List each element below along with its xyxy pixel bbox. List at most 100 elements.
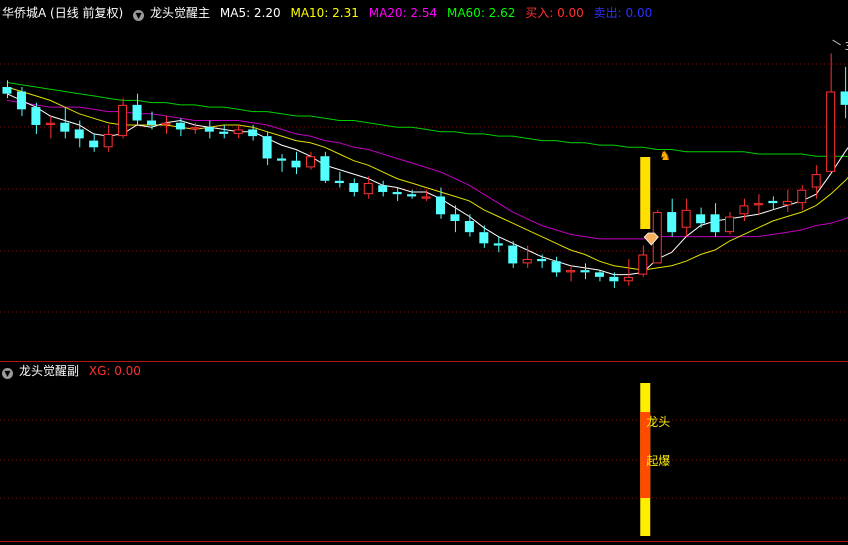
candle-body xyxy=(31,107,41,125)
candle xyxy=(840,66,848,119)
candle-body xyxy=(696,214,706,224)
candle-body xyxy=(378,185,388,192)
sell-label: 卖出: 0.00 xyxy=(593,6,653,20)
candle-body xyxy=(739,205,749,215)
candle-body xyxy=(74,129,84,139)
candle xyxy=(681,198,691,237)
candle xyxy=(421,189,431,201)
candle-body xyxy=(537,258,547,262)
candlestick-series xyxy=(2,53,848,288)
candle-body xyxy=(233,129,243,134)
ma10-label: MA10: 2.31 xyxy=(290,6,359,20)
stock-title[interactable]: 华侨城A (日线 前复权) xyxy=(2,6,123,20)
candle-body xyxy=(609,276,619,282)
candle-body xyxy=(2,87,12,94)
candle xyxy=(45,116,55,139)
ma5-label: MA5: 2.20 xyxy=(219,6,281,20)
candle-body xyxy=(580,270,590,273)
candle-body xyxy=(262,136,272,159)
chart-canvas: ♞ 3.10 龙头起爆 xyxy=(0,39,848,542)
candle-body xyxy=(797,189,807,204)
candle xyxy=(204,120,214,139)
candle-body xyxy=(493,243,503,246)
candle-body xyxy=(219,131,229,134)
candle xyxy=(537,254,547,268)
ma20-label: MA20: 2.54 xyxy=(368,6,438,20)
candle xyxy=(392,187,402,201)
candle xyxy=(739,198,749,221)
sub-indicator-name[interactable]: 龙头觉醒副 xyxy=(19,364,79,378)
high-label-leader xyxy=(832,39,841,46)
candle xyxy=(826,53,836,172)
candle xyxy=(161,116,171,134)
candle xyxy=(132,93,142,125)
candle-body xyxy=(594,272,604,277)
candle xyxy=(768,196,778,210)
candle xyxy=(638,245,648,277)
candle xyxy=(667,198,677,237)
candle-body xyxy=(508,245,518,264)
candle xyxy=(103,124,113,152)
candle-body xyxy=(826,91,836,172)
candle xyxy=(811,165,821,199)
candle xyxy=(349,178,359,197)
candle-body xyxy=(60,122,70,132)
candle xyxy=(31,102,41,134)
candle-body xyxy=(277,158,287,161)
running-man-icon: ♞ xyxy=(659,149,671,164)
candle-body xyxy=(725,216,734,233)
candle xyxy=(118,98,128,139)
candle-body xyxy=(45,122,55,125)
candle xyxy=(436,187,445,219)
candle-body xyxy=(349,183,359,192)
main-indicator-name[interactable]: 龙头觉醒主 xyxy=(150,6,210,20)
candle-body xyxy=(840,91,848,105)
candle-body xyxy=(710,214,720,233)
candle xyxy=(277,154,287,172)
main-header: 华侨城A (日线 前复权) ▼ 龙头觉醒主 MA5: 2.20 MA10: 2.3… xyxy=(2,5,658,21)
grid-lines xyxy=(0,63,848,542)
candle-body xyxy=(436,196,445,215)
candle-body xyxy=(811,174,821,188)
candle-body xyxy=(334,180,344,184)
candle-body xyxy=(638,254,648,275)
candle-body xyxy=(118,104,128,137)
candle-body xyxy=(363,183,373,195)
candle-body xyxy=(421,196,431,199)
candle-body xyxy=(522,258,532,264)
candle xyxy=(320,151,330,184)
ma60-line xyxy=(6,82,848,158)
candle xyxy=(291,151,301,175)
chevron-down-icon[interactable]: ▼ xyxy=(133,10,145,21)
candle-body xyxy=(464,221,474,233)
candle-body xyxy=(132,104,142,121)
candle xyxy=(725,212,734,235)
candle xyxy=(334,171,344,188)
candle-body xyxy=(551,261,561,273)
candle-body xyxy=(103,133,113,148)
candle xyxy=(262,131,272,166)
candle-body xyxy=(479,232,489,244)
candle-body xyxy=(753,203,763,206)
candle-body xyxy=(407,194,417,197)
signal-label-top: 龙头 xyxy=(646,415,670,429)
signal-label-bottom: 起爆 xyxy=(646,454,670,468)
candle-body xyxy=(768,200,778,204)
candle-body xyxy=(175,122,185,130)
candle xyxy=(782,189,792,213)
candle-body xyxy=(16,91,26,110)
candle-body xyxy=(291,160,301,168)
candle xyxy=(16,87,26,117)
candle-body xyxy=(305,156,315,168)
candle-body xyxy=(147,120,156,125)
candle xyxy=(464,214,474,237)
candle xyxy=(378,180,388,197)
candle xyxy=(623,258,633,286)
ma20-line xyxy=(6,99,848,240)
ma5-line xyxy=(6,93,848,276)
candle xyxy=(710,203,720,237)
candle xyxy=(580,263,590,280)
candle-body xyxy=(450,214,460,221)
sub-header: ▼ 龙头觉醒副 XG: 0.00 xyxy=(2,363,147,379)
chevron-down-icon[interactable]: ▼ xyxy=(2,368,13,379)
